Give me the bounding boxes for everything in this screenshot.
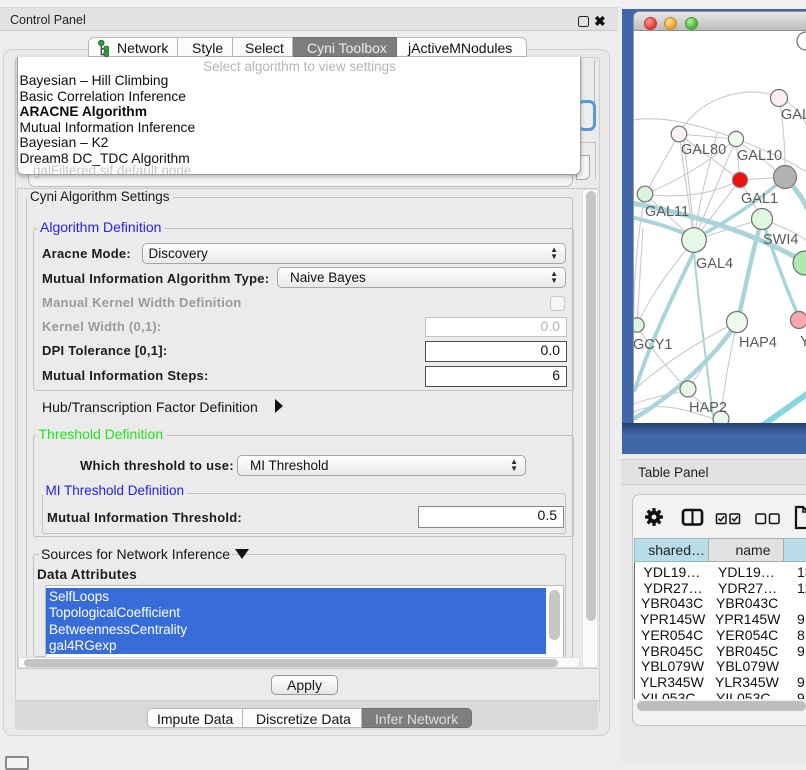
svg-text:HAP2: HAP2 bbox=[689, 400, 727, 416]
svg-text:GAL4: GAL4 bbox=[696, 256, 733, 272]
svg-text:GAL7: GAL7 bbox=[781, 107, 806, 123]
svg-text:YM: YM bbox=[800, 334, 806, 350]
svg-text:SWI4: SWI4 bbox=[763, 232, 798, 248]
svg-text:GAL80: GAL80 bbox=[681, 142, 726, 158]
svg-text:GAL1: GAL1 bbox=[741, 191, 778, 207]
svg-text:GCY1: GCY1 bbox=[634, 337, 673, 353]
svg-text:GAL10: GAL10 bbox=[737, 148, 782, 164]
svg-text:HAP4: HAP4 bbox=[739, 335, 777, 351]
svg-text:GAL11: GAL11 bbox=[645, 204, 689, 220]
